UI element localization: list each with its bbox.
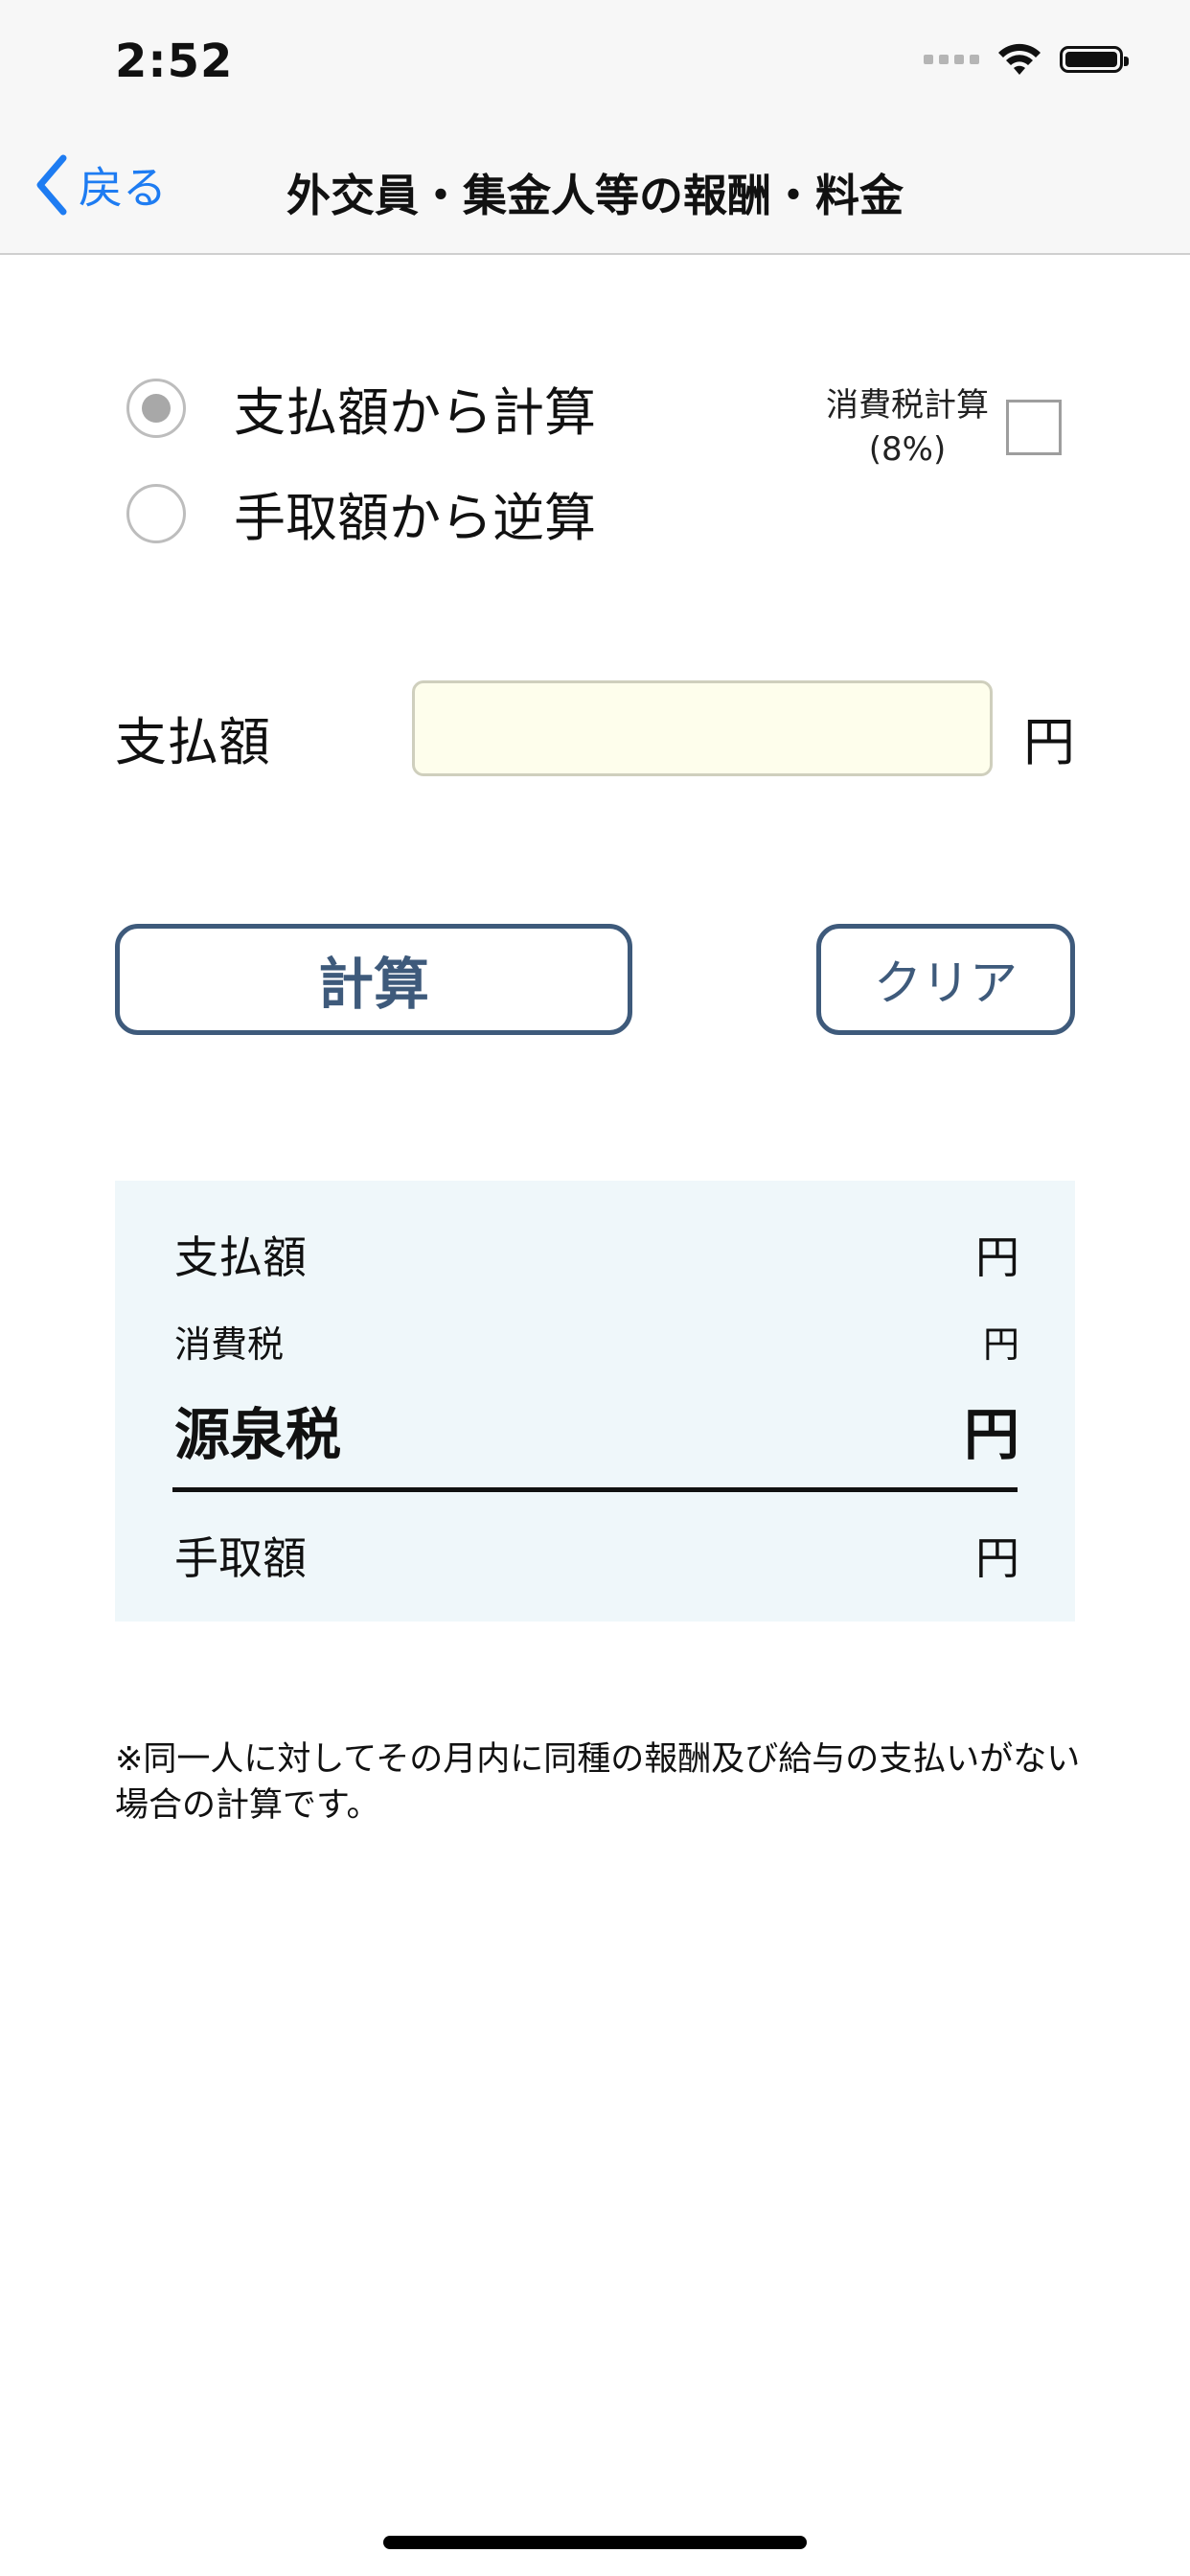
result-withholding-label: 源泉税 [174, 1402, 342, 1467]
result-consumption-tax-unit: 円 [982, 1323, 1019, 1366]
radio-label: 手取額から逆算 [234, 488, 596, 548]
clear-button[interactable]: クリア [816, 924, 1075, 1035]
radio-calc-from-net[interactable]: 手取額から逆算 [126, 475, 596, 551]
result-panel: 支払額 円 消費税 円 源泉税 円 手取額 円 [115, 1181, 1075, 1622]
wifi-icon [998, 43, 1041, 75]
result-consumption-tax-label: 消費税 [174, 1323, 285, 1366]
result-divider [172, 1487, 1018, 1492]
cellular-signal-icon [924, 55, 979, 64]
result-payment-label: 支払額 [174, 1231, 307, 1283]
radio-button-selected[interactable] [126, 378, 186, 438]
consumption-tax-label: 消費税計算 (8%) [826, 386, 989, 469]
result-withholding-unit: 円 [963, 1402, 1019, 1467]
status-icons [924, 42, 1129, 77]
battery-icon [1060, 46, 1129, 73]
calculate-button[interactable]: 計算 [115, 924, 632, 1035]
result-row-consumption-tax: 消費税 円 [174, 1315, 1019, 1368]
page-title: 外交員・集金人等の報酬・料金 [286, 170, 904, 221]
status-time: 2:52 [115, 34, 234, 88]
home-indicator [383, 2536, 807, 2549]
payment-amount-label: 支払額 [115, 712, 270, 772]
radio-button[interactable] [126, 483, 186, 543]
result-row-payment: 支払額 円 [174, 1223, 1019, 1286]
yen-unit: 円 [1023, 712, 1075, 772]
result-row-net: 手取額 円 [174, 1524, 1019, 1587]
consumption-tax-option[interactable]: 消費税計算 (8%) [826, 383, 1062, 472]
result-net-unit: 円 [975, 1532, 1019, 1584]
result-row-withholding-tax: 源泉税 円 [174, 1390, 1019, 1470]
result-net-label: 手取額 [174, 1532, 307, 1584]
payment-amount-input[interactable] [412, 680, 993, 776]
footnote: ※同一人に対してその月内に同種の報酬及び給与の支払いがない場合の計算です。 [115, 1740, 1081, 1825]
consumption-tax-checkbox[interactable] [1006, 400, 1062, 455]
radio-calc-from-payment[interactable]: 支払額から計算 [126, 370, 596, 446]
result-payment-unit: 円 [975, 1231, 1019, 1283]
radio-label: 支払額から計算 [234, 382, 596, 443]
